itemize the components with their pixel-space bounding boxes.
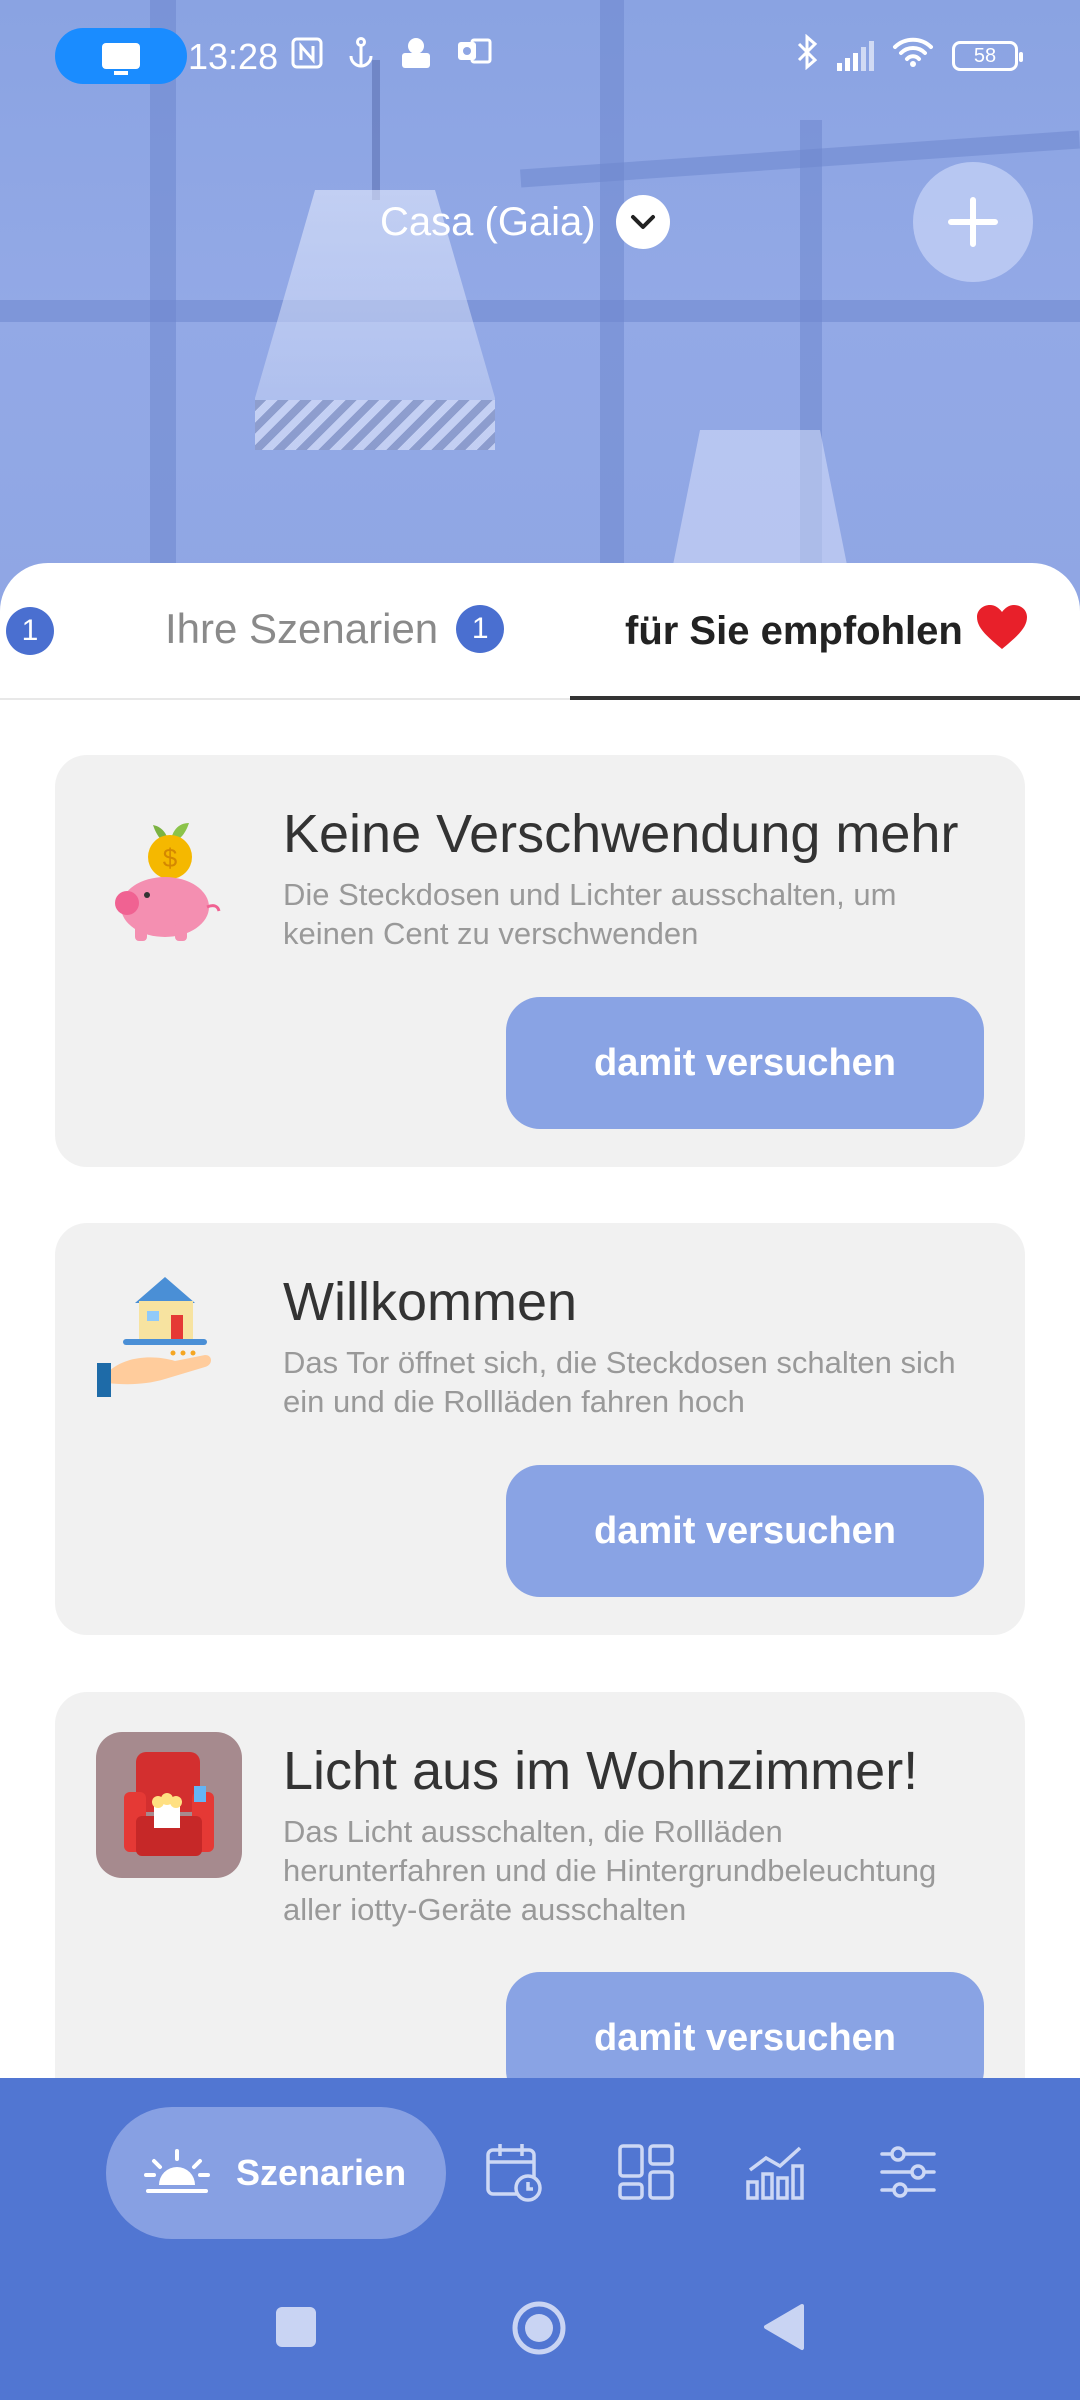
partial-tab-badge[interactable]: 1 xyxy=(6,607,54,655)
armchair-popcorn-icon xyxy=(96,1732,246,1882)
card-description: Das Tor öffnet sich, die Steckdosen scha… xyxy=(283,1345,956,1419)
card-description: Die Steckdosen und Lichter ausschalten, … xyxy=(283,877,897,951)
home-name: Casa (Gaia) xyxy=(380,199,596,244)
bluetooth-icon xyxy=(795,33,819,78)
screen-cast-indicator[interactable] xyxy=(55,28,187,84)
square-icon xyxy=(276,2307,316,2347)
chevron-down-icon xyxy=(615,195,670,249)
statistics-icon[interactable] xyxy=(744,2140,808,2204)
calendar-clock-icon[interactable] xyxy=(482,2140,546,2204)
house-in-hand-icon xyxy=(95,1263,245,1413)
outlook-icon xyxy=(456,36,492,78)
home-button[interactable] xyxy=(511,2300,567,2361)
home-selector[interactable]: Casa (Gaia) xyxy=(380,195,670,249)
add-scenario-button[interactable] xyxy=(913,162,1033,282)
dashboard-icon[interactable] xyxy=(614,2140,678,2204)
status-bar: 13:28 58 xyxy=(0,0,1080,115)
recent-apps-button[interactable] xyxy=(274,2305,318,2354)
nav-scenarios-label: Szenarien xyxy=(236,2152,407,2193)
scenario-sheet: 1 Ihre Szenarien 1 für Sie empfohlen $ K… xyxy=(0,563,1080,2078)
scenarios-icon xyxy=(144,2149,210,2193)
heart-icon xyxy=(975,603,1029,656)
back-triangle-icon xyxy=(764,2304,804,2350)
scenario-card: Licht aus im Wohnzimmer! Das Licht aussc… xyxy=(55,1692,1025,2078)
tab-count-badge: 1 xyxy=(456,605,505,653)
scenario-card: Willkommen Das Tor öffnet sich, die Stec… xyxy=(55,1223,1025,1635)
tab-your-scenarios[interactable]: Ihre Szenarien 1 xyxy=(165,605,505,653)
nav-scenarios[interactable]: Szenarien xyxy=(106,2107,446,2239)
card-title: Licht aus im Wohnzimmer! xyxy=(283,1741,919,1801)
signal-icon xyxy=(837,41,874,71)
settings-sliders-icon[interactable] xyxy=(876,2140,940,2204)
anchor-icon xyxy=(346,36,376,78)
card-title: Keine Verschwendung mehr xyxy=(283,804,959,864)
wifi-icon xyxy=(892,36,934,76)
try-scenario-button[interactable]: damit versuchen xyxy=(506,997,984,1129)
tab-bar: 1 Ihre Szenarien 1 für Sie empfohlen xyxy=(0,563,1080,700)
tab-your-scenarios-label: Ihre Szenarien xyxy=(165,605,439,652)
card-title: Willkommen xyxy=(283,1272,578,1332)
battery-indicator: 58 xyxy=(952,41,1023,71)
card-description: Das Licht ausschalten, die Rollläden her… xyxy=(283,1814,937,1927)
piggy-bank-icon: $ xyxy=(95,795,245,945)
svg-text:$: $ xyxy=(163,843,178,873)
tab-recommended[interactable]: für Sie empfohlen xyxy=(570,563,1080,700)
back-button[interactable] xyxy=(760,2302,806,2357)
notification-app-icon xyxy=(398,36,434,78)
home-circle-icon xyxy=(512,2301,566,2355)
nfc-icon xyxy=(290,36,324,78)
tv-icon xyxy=(102,43,140,75)
scenario-card: $ Keine Verschwendung mehr Die Steckdose… xyxy=(55,755,1025,1167)
tab-recommended-label: für Sie empfohlen xyxy=(625,609,963,653)
plus-icon xyxy=(948,197,998,247)
clock: 13:28 xyxy=(188,36,279,77)
try-scenario-button[interactable]: damit versuchen xyxy=(506,1465,984,1597)
try-scenario-button[interactable]: damit versuchen xyxy=(506,1972,984,2078)
